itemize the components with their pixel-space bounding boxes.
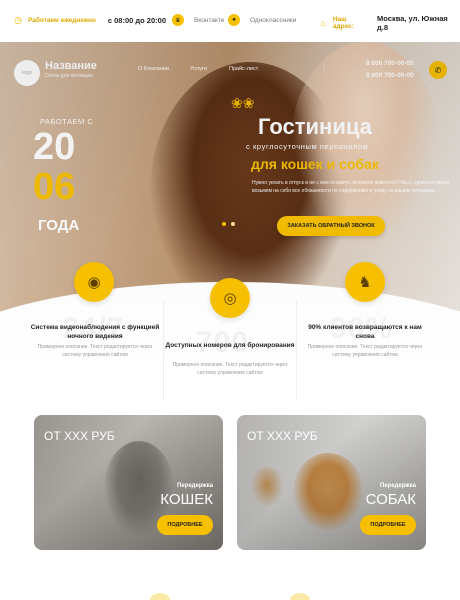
hero-title-yellow: для кошек и собак: [251, 156, 379, 172]
hero-subtitle: с круглосуточным персоналом: [246, 142, 369, 151]
hours-label: Работаем ежедневно: [28, 16, 96, 24]
ok-link[interactable]: ● Одноклассники: [228, 14, 296, 26]
card-subtitle: Передержка: [380, 483, 416, 489]
clock-icon: ◷: [14, 14, 22, 25]
slider-dot[interactable]: [231, 222, 235, 226]
feature-1-desc: Примерное описание. Текст редактируется …: [37, 344, 153, 358]
feature-2-title: Доступных номеров для бронирования: [165, 342, 295, 349]
location-icon: ◎: [210, 278, 250, 318]
card-title: СОБАК: [365, 491, 416, 508]
ok-label: Одноклассники: [250, 16, 297, 24]
service-card-cats[interactable]: ОТ XXX РУБ Передержка КОШЕК ПОДРОБНЕЕ: [34, 415, 223, 550]
nav-price-list[interactable]: Прайс-лист: [229, 66, 258, 72]
working-hours: ◷ Работаем ежедневно с 08:00 до 20:00: [12, 14, 166, 26]
camera-icon: ◉: [74, 262, 114, 302]
nav-more-icon[interactable]: ⋮: [320, 64, 328, 73]
hero-title: Гостиница: [258, 114, 372, 139]
card-price: ОТ XXX РУБ: [247, 429, 318, 443]
year-bottom: 06: [33, 166, 76, 208]
address: ⌂ Наш адрес: Москва, ул. Южная д.8: [317, 14, 460, 32]
next-section-icon: [290, 593, 310, 600]
hero-photo-person: [290, 42, 440, 252]
details-button[interactable]: ПОДРОБНЕЕ: [157, 515, 213, 535]
service-card-dogs[interactable]: ОТ XXX РУБ Передержка СОБАК ПОДРОБНЕЕ: [237, 415, 426, 550]
phone-2[interactable]: 8 800 700-00-00: [366, 72, 414, 79]
vk-link[interactable]: ♛ Вконтакте: [172, 14, 224, 26]
slider-dot[interactable]: [222, 222, 226, 226]
home-icon: ⌂: [320, 18, 326, 28]
hours-value: с 08:00 до 20:00: [107, 15, 166, 25]
top-bar: ◷ Работаем ежедневно с 08:00 до 20:00 ♛ …: [0, 0, 460, 42]
card-price: ОТ XXX РУБ: [44, 429, 115, 443]
paw-icon: ❀❀: [231, 95, 255, 111]
nav-services[interactable]: Услуги: [190, 66, 207, 72]
hero-description: Нужно уехать в отпуск и не с кем оставит…: [252, 180, 450, 194]
address-label: Наш адрес:: [332, 16, 354, 30]
brand-name[interactable]: Название: [45, 60, 97, 72]
year-top: 20: [33, 126, 76, 168]
since-label: РАБОТАЕМ С: [40, 117, 94, 126]
feature-3-title: 90% клиентов возвращаются к нам снова: [308, 324, 422, 340]
odnoklassniki-icon: ●: [228, 14, 240, 26]
brand-subtitle: Отель для питомцев: [45, 73, 93, 79]
card-title: КОШЕК: [160, 491, 213, 508]
slider-dots: [222, 222, 235, 226]
years-word: ГОДА: [38, 217, 80, 234]
card-subtitle: Передержка: [177, 483, 213, 489]
feature-2-desc: Примерное описание. Текст редактируется …: [172, 362, 288, 376]
feature-3-desc: Примерное описание. Текст редактируется …: [307, 344, 423, 358]
feature-divider: [296, 300, 297, 400]
phone-icon[interactable]: ✆: [429, 61, 447, 79]
details-button[interactable]: ПОДРОБНЕЕ: [360, 515, 416, 535]
phone-1[interactable]: 8 800 700-00-00: [366, 60, 414, 67]
vk-label: Вконтакте: [194, 16, 225, 24]
vk-icon: ♛: [172, 14, 184, 26]
callback-button[interactable]: ЗАКАЗАТЬ ОБРАТНЫЙ ЗВОНОК: [277, 216, 385, 236]
next-section-icon: [150, 593, 170, 600]
address-value: Москва, ул. Южная д.8: [377, 14, 448, 32]
feature-1-title: Система видеонаблюдения с функцией ночно…: [30, 324, 160, 340]
pet-icon: ♞: [345, 262, 385, 302]
nav-about[interactable]: О Компании: [138, 66, 169, 72]
feature-divider: [163, 300, 164, 400]
logo[interactable]: logo: [14, 60, 40, 86]
